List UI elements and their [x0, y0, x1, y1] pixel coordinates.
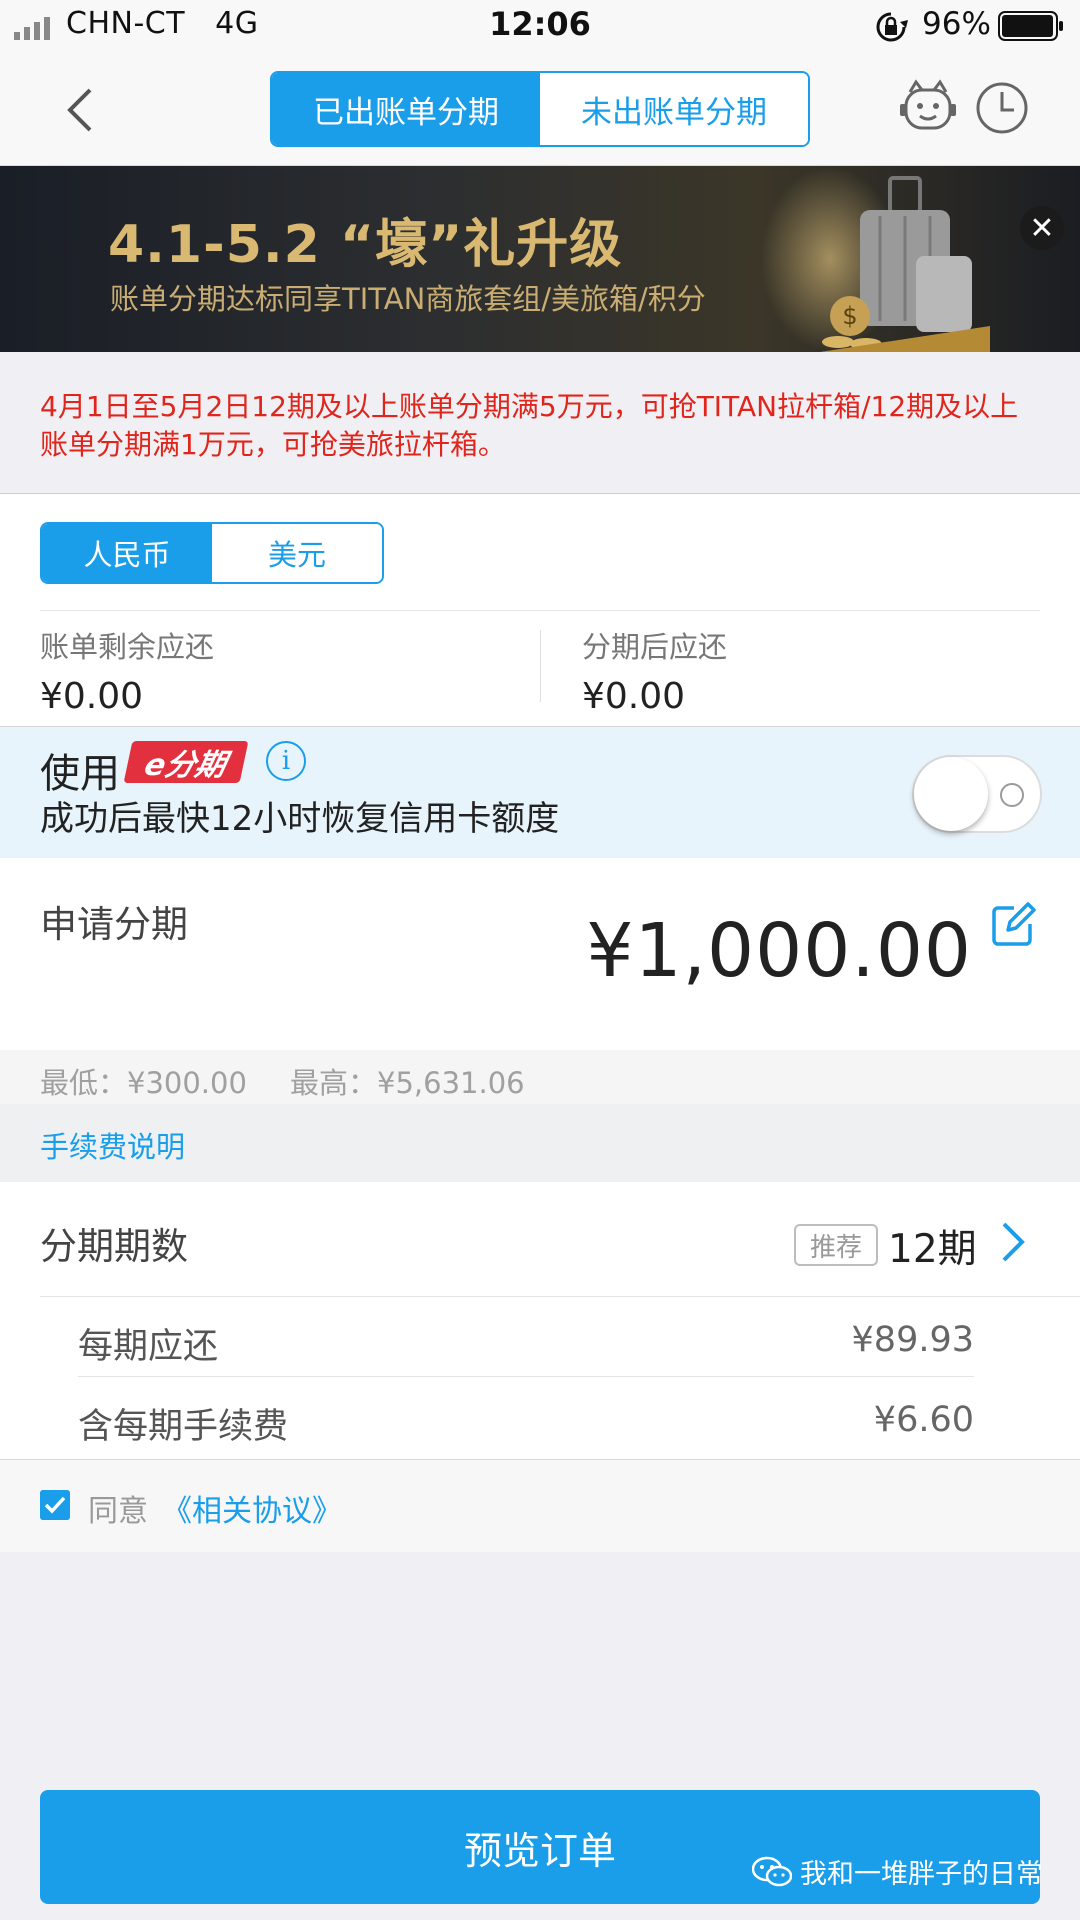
promo-notice: 4月1日至5月2日12期及以上账单分期满5万元，可抢TITAN拉杆箱/12期及以…	[0, 352, 1080, 494]
per-period-value: ¥89.93	[851, 1320, 974, 1360]
efenqi-toggle[interactable]	[912, 755, 1042, 833]
promo-notice-text: 4月1日至5月2日12期及以上账单分期满5万元，可抢TITAN拉杆箱/12期及以…	[40, 390, 1019, 461]
installment-count-label: 分期期数	[40, 1225, 188, 1268]
remaining-balance-label: 账单剩余应还	[40, 630, 215, 664]
after-installment-value: ¥0.00	[582, 676, 686, 717]
battery-icon	[998, 11, 1063, 41]
min-amount: 最低：¥300.00	[40, 1066, 247, 1100]
toggle-off-indicator-icon	[1000, 783, 1024, 807]
edit-icon[interactable]	[990, 902, 1036, 948]
luggage-illustration-icon: $	[820, 176, 990, 352]
apply-installment-section: 申请分期 ¥1,000.00	[0, 858, 1080, 1050]
efenqi-row: 使用 e分期 i 成功后最快12小时恢复信用卡额度	[0, 726, 1080, 858]
fee-explanation-link[interactable]: 手续费说明	[40, 1124, 185, 1166]
recommended-badge: 推荐	[794, 1224, 878, 1266]
apply-installment-label: 申请分期	[40, 903, 188, 946]
per-period-fee-label: 含每期手续费	[78, 1407, 289, 1447]
back-arrow-icon[interactable]	[54, 82, 114, 138]
currency-option-cny[interactable]: 人民币	[42, 524, 212, 582]
status-bar: CHN-CT 4G 12:06 96%	[0, 0, 1080, 54]
tab-unbilled-installment[interactable]: 未出账单分期	[540, 73, 808, 145]
after-installment-label: 分期后应还	[582, 630, 728, 664]
fee-explanation-row: 手续费说明	[0, 1104, 1080, 1182]
per-period-label: 每期应还	[78, 1327, 219, 1367]
installment-period[interactable]: 12期	[888, 1218, 977, 1274]
currency-segmented-control: 人民币 美元	[40, 522, 384, 584]
banner-title: 4.1-5.2 “壕”礼升级	[108, 215, 623, 275]
divider	[540, 630, 541, 702]
svg-text:$: $	[842, 302, 857, 330]
customer-service-robot-icon[interactable]	[898, 78, 958, 138]
agree-checkbox[interactable]	[40, 1490, 70, 1520]
clock: 12:06	[489, 5, 591, 43]
remaining-balance-value: ¥0.00	[40, 676, 144, 717]
toggle-knob	[914, 757, 988, 831]
chevron-right-icon[interactable]	[998, 1220, 1028, 1264]
history-clock-icon[interactable]	[974, 78, 1030, 138]
banner-close-icon[interactable]: ✕	[1020, 206, 1064, 250]
divider	[40, 610, 1040, 611]
nav-bar: 已出账单分期 未出账单分期	[0, 54, 1080, 166]
max-amount: 最高：¥5,631.06	[290, 1066, 525, 1100]
agreement-link[interactable]: 《相关协议》	[162, 1486, 342, 1530]
banner-subtitle: 账单分期达标同享TITAN商旅套组/美旅箱/积分	[110, 282, 706, 316]
apply-amount[interactable]: ¥1,000.00	[586, 908, 972, 994]
info-icon[interactable]: i	[266, 741, 306, 781]
battery-percent: 96%	[922, 6, 991, 42]
wechat-icon	[752, 1856, 792, 1886]
divider	[78, 1376, 974, 1377]
watermark-text: 我和一堆胖子的日常	[800, 1859, 1043, 1890]
amount-range: 最低：¥300.00 最高：¥5,631.06	[0, 1050, 1080, 1104]
per-period-fee-value: ¥6.60	[873, 1400, 974, 1440]
bill-type-segmented-control: 已出账单分期 未出账单分期	[270, 71, 810, 147]
agreement-row: 同意 《相关协议》	[0, 1460, 1080, 1552]
balance-section: 人民币 美元 账单剩余应还 ¥0.00 分期后应还 ¥0.00	[0, 494, 1080, 726]
installment-section: 分期期数 推荐 12期 每期应还 ¥89.93 含每期手续费 ¥6.60	[0, 1182, 1080, 1460]
divider	[40, 1296, 1080, 1297]
currency-option-usd[interactable]: 美元	[212, 524, 382, 582]
watermark: 我和一堆胖子的日常	[752, 1852, 1043, 1891]
efenqi-logo: e分期	[123, 741, 249, 783]
agree-label: 同意	[88, 1494, 148, 1529]
promo-banner[interactable]: 4.1-5.2 “壕”礼升级 账单分期达标同享TITAN商旅套组/美旅箱/积分 …	[0, 166, 1080, 352]
tab-billed-installment[interactable]: 已出账单分期	[272, 73, 540, 145]
efenqi-description: 成功后最快12小时恢复信用卡额度	[40, 799, 560, 839]
rotation-lock-icon	[876, 12, 908, 42]
